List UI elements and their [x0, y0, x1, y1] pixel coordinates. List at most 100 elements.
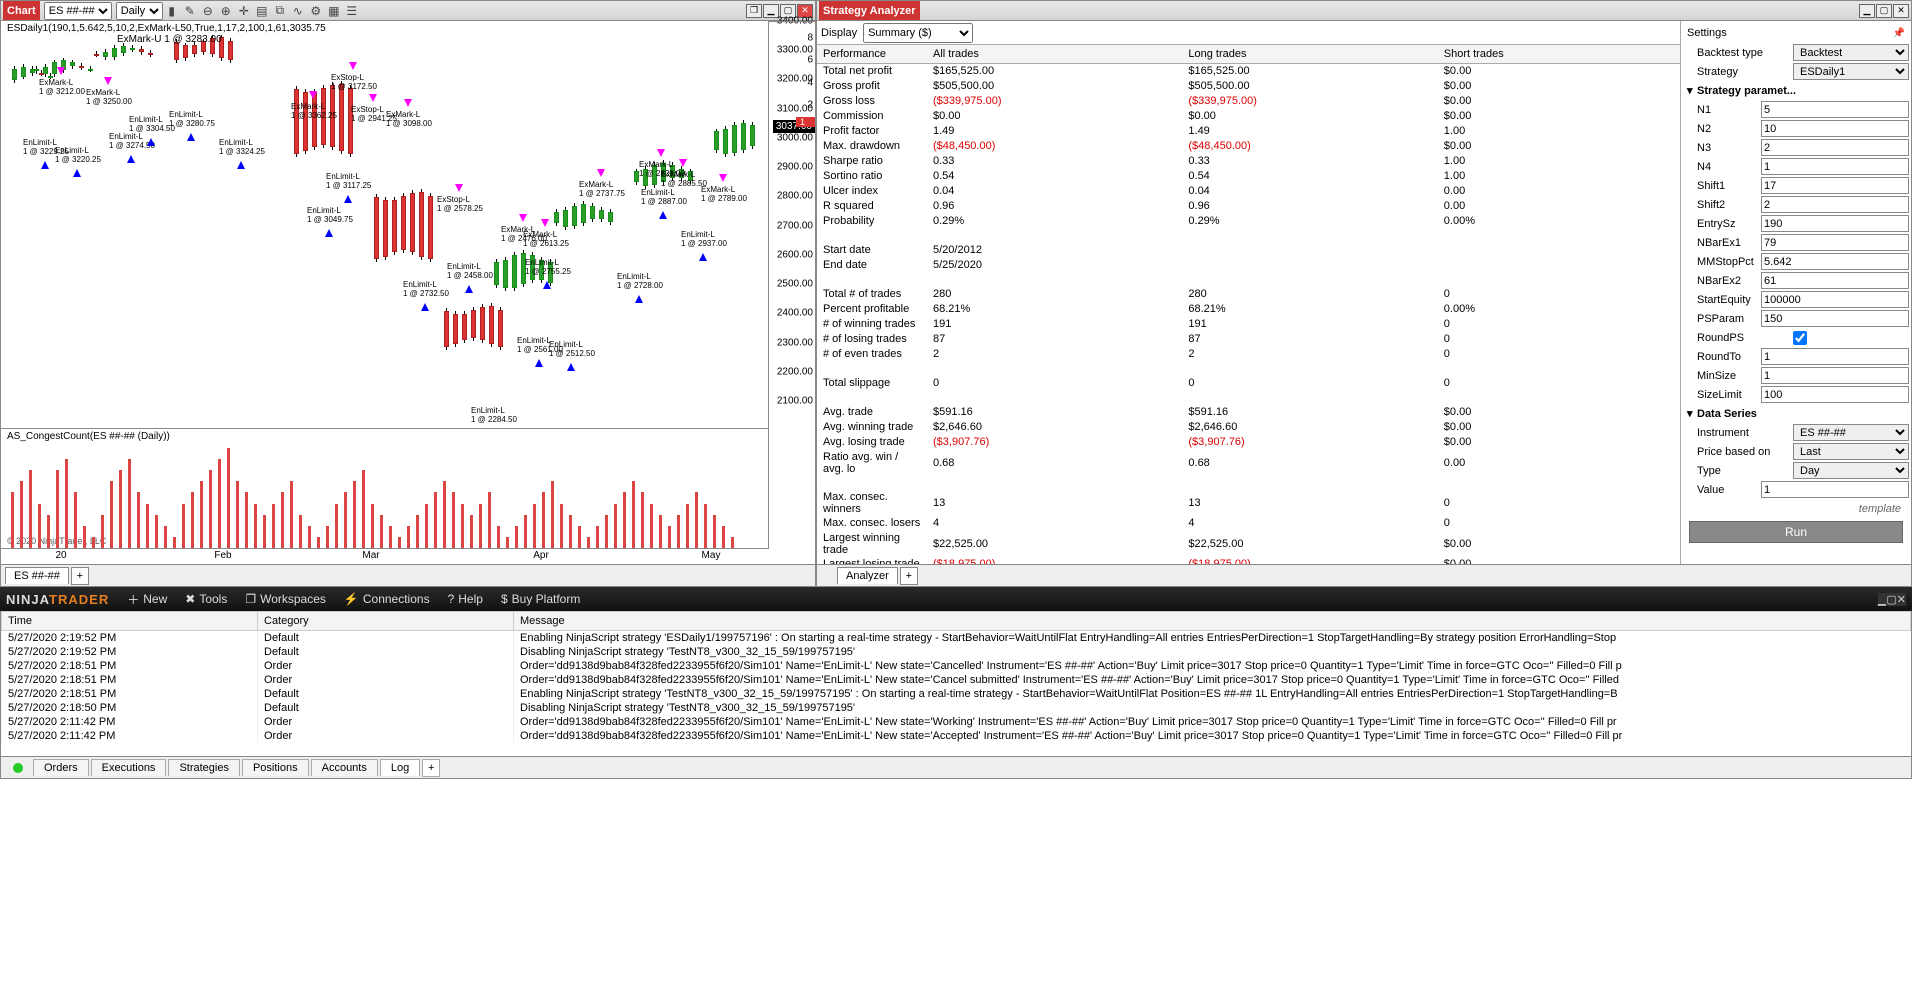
sa-settings: Settings 📌 Backtest type Backtest Strate… — [1681, 21, 1911, 564]
log-row[interactable]: 5/27/2020 2:11:42 PMOrderOrder='dd9138d9… — [2, 729, 1911, 743]
indicator-bar — [191, 492, 194, 548]
menu-workspaces[interactable]: ❐Workspaces — [245, 592, 326, 606]
properties-icon[interactable]: ⚙ — [307, 2, 325, 20]
list-icon[interactable]: ☰ — [343, 2, 361, 20]
param-input[interactable] — [1761, 291, 1909, 308]
param-input[interactable] — [1761, 177, 1909, 194]
group-strategy-params[interactable]: ▾ Strategy paramet... — [1683, 81, 1909, 100]
template-link[interactable]: template — [1683, 499, 1909, 519]
param-input[interactable] — [1761, 386, 1909, 403]
timeframe-select[interactable]: Daily — [116, 2, 163, 20]
app-maximize-icon[interactable]: ▢ — [1886, 593, 1896, 606]
param-input[interactable] — [1761, 101, 1909, 118]
pin-icon[interactable]: 📌 — [1893, 28, 1905, 39]
ds-select[interactable]: Last — [1793, 443, 1909, 460]
strategy-icon[interactable]: ∿ — [289, 2, 307, 20]
menu-connections[interactable]: ⚡Connections — [344, 592, 430, 606]
log-row[interactable]: 5/27/2020 2:19:52 PMDefaultEnabling Ninj… — [2, 631, 1911, 646]
perf-row: Commission$0.00$0.00$0.00 — [817, 109, 1680, 124]
log-row[interactable]: 5/27/2020 2:11:42 PMOrderOrder='dd9138d9… — [2, 715, 1911, 729]
tab-strategies[interactable]: Strategies — [168, 759, 240, 776]
column-header[interactable]: Performance — [817, 45, 927, 64]
param-input[interactable] — [1761, 272, 1909, 289]
ds-input[interactable] — [1761, 481, 1909, 498]
log-row[interactable]: 5/27/2020 2:18:51 PMOrderOrder='dd9138d9… — [2, 659, 1911, 673]
run-button[interactable]: Run — [1689, 521, 1903, 543]
log-header[interactable]: Category — [258, 612, 514, 631]
indicator-bar — [650, 504, 653, 548]
data-icon[interactable]: ▤ — [253, 2, 271, 20]
indicator-bar — [92, 537, 95, 548]
tab-positions[interactable]: Positions — [242, 759, 309, 776]
param-input[interactable] — [1761, 120, 1909, 137]
param-input[interactable] — [1761, 215, 1909, 232]
analyzer-tab[interactable]: Analyzer — [837, 567, 898, 584]
sa-close-icon[interactable]: ✕ — [1893, 4, 1909, 18]
price-chart[interactable]: ESDaily1(190,1,5.642,5,10,2,ExMark-L50,T… — [1, 21, 769, 428]
menu-help[interactable]: ?Help — [448, 592, 483, 606]
tab-orders[interactable]: Orders — [33, 759, 89, 776]
indicator-icon[interactable]: ⧉ — [271, 2, 289, 20]
restore-icon[interactable]: ❐ — [746, 4, 762, 18]
crosshair-icon[interactable]: ✛ — [235, 2, 253, 20]
zoom-in-icon[interactable]: ⊕ — [217, 2, 235, 20]
param-input[interactable] — [1761, 234, 1909, 251]
strategy-select[interactable]: ESDaily1 — [1793, 63, 1909, 80]
template-icon[interactable]: ▦ — [325, 2, 343, 20]
param-input[interactable] — [1761, 348, 1909, 365]
param-input[interactable] — [1761, 196, 1909, 213]
indicator-bar — [461, 504, 464, 548]
column-header[interactable]: Short trades — [1438, 45, 1666, 64]
ds-label: Instrument — [1697, 427, 1793, 439]
backtest-type-select[interactable]: Backtest — [1793, 44, 1909, 61]
indicator-bar — [587, 537, 590, 548]
perf-row: Ratio avg. win / avg. lo0.680.680.00 — [817, 450, 1680, 476]
param-checkbox[interactable] — [1793, 331, 1807, 345]
param-input[interactable] — [1761, 253, 1909, 270]
add-analyzer-tab-button[interactable]: + — [900, 567, 918, 585]
candlestick-icon[interactable]: ▮ — [163, 2, 181, 20]
chart-tab[interactable]: ES ##-## — [5, 567, 69, 584]
indicator-bar — [371, 504, 374, 548]
app-close-icon[interactable]: ✕ — [1897, 593, 1906, 606]
tab-executions[interactable]: Executions — [91, 759, 167, 776]
indicator-y-axis[interactable]: 1 8642 — [769, 21, 815, 141]
perf-row: R squared0.960.960.00 — [817, 199, 1680, 214]
group-data-series[interactable]: ▾ Data Series — [1683, 404, 1909, 423]
pencil-icon[interactable]: ✎ — [181, 2, 199, 20]
sa-minimize-icon[interactable]: ▁ — [1859, 4, 1875, 18]
tab-log[interactable]: Log — [380, 759, 420, 776]
indicator-bar — [560, 504, 563, 548]
param-input[interactable] — [1761, 158, 1909, 175]
log-row[interactable]: 5/27/2020 2:19:52 PMDefaultDisabling Nin… — [2, 645, 1911, 659]
log-header[interactable]: Message — [514, 612, 1911, 631]
column-header[interactable]: All trades — [927, 45, 1182, 64]
ds-select[interactable]: Day — [1793, 462, 1909, 479]
indicator-bar — [146, 504, 149, 548]
log-row[interactable]: 5/27/2020 2:18:51 PMDefaultEnabling Ninj… — [2, 687, 1911, 701]
indicator-chart[interactable]: AS_CongestCount(ES ##-## (Daily)) © 2020… — [1, 428, 769, 548]
column-header[interactable]: Long trades — [1182, 45, 1437, 64]
param-input[interactable] — [1761, 367, 1909, 384]
add-bottom-tab-button[interactable]: + — [422, 759, 440, 777]
app-minimize-icon[interactable]: ▁ — [1878, 593, 1886, 606]
menu-buy-platform[interactable]: $Buy Platform — [501, 592, 580, 606]
tab-accounts[interactable]: Accounts — [311, 759, 378, 776]
menu-label: Connections — [363, 592, 430, 606]
param-input[interactable] — [1761, 310, 1909, 327]
ds-select[interactable]: ES ##-## — [1793, 424, 1909, 441]
sa-maximize-icon[interactable]: ▢ — [1876, 4, 1892, 18]
log-grid[interactable]: TimeCategoryMessage 5/27/2020 2:19:52 PM… — [1, 611, 1911, 756]
log-header[interactable]: Time — [2, 612, 258, 631]
display-select[interactable]: Summary ($) — [863, 23, 973, 43]
log-row[interactable]: 5/27/2020 2:18:50 PMDefaultDisabling Nin… — [2, 701, 1911, 715]
param-input[interactable] — [1761, 139, 1909, 156]
add-chart-tab-button[interactable]: + — [71, 567, 89, 585]
menu-tools[interactable]: ✖Tools — [185, 592, 227, 606]
performance-grid[interactable]: PerformanceAll tradesLong tradesShort tr… — [817, 45, 1680, 564]
log-row[interactable]: 5/27/2020 2:18:51 PMOrderOrder='dd9138d9… — [2, 673, 1911, 687]
entry-arrow-icon — [421, 303, 429, 311]
instrument-select[interactable]: ES ##-## — [44, 2, 112, 20]
menu-new[interactable]: ＋New — [127, 591, 167, 608]
zoom-out-icon[interactable]: ⊖ — [199, 2, 217, 20]
